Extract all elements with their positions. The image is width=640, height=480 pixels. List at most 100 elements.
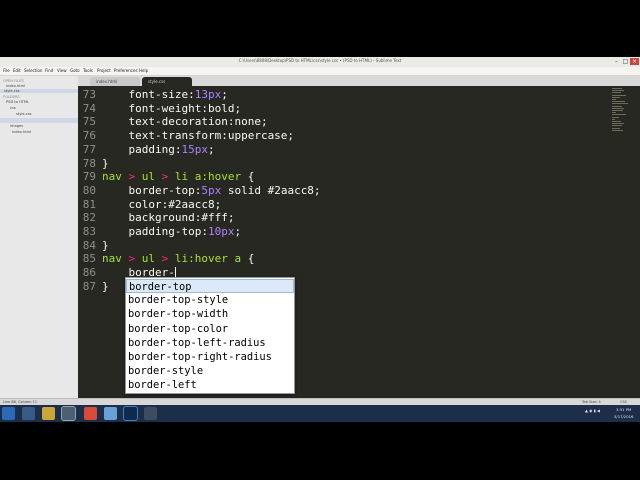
close-button[interactable]: × (630, 58, 639, 65)
tab-style-css[interactable]: style.css (142, 77, 192, 86)
minimap-line (612, 112, 616, 114)
menu-help[interactable]: Help (139, 68, 148, 73)
code-line[interactable]: } (102, 280, 109, 294)
menu-file[interactable]: File (3, 68, 10, 73)
line-number: 80 (82, 183, 96, 197)
code-line[interactable]: font-weight:bold; (102, 102, 241, 116)
minimap-line (612, 116, 619, 118)
app-icon[interactable] (144, 407, 157, 420)
ie-icon[interactable] (22, 407, 35, 420)
code-token: } (102, 156, 109, 170)
minimap-line (612, 114, 626, 116)
tab-size-indicator[interactable]: Tab Size: 4 (582, 400, 601, 404)
autocomplete-item[interactable]: border-top-left-radius (126, 336, 294, 350)
code-token: > (161, 170, 175, 184)
maximize-button[interactable]: □ (621, 58, 630, 65)
autocomplete-item[interactable]: border-top-width (126, 307, 294, 321)
menu-find[interactable]: Find (45, 68, 53, 73)
minimize-button[interactable]: – (612, 58, 621, 65)
menu-view[interactable]: View (57, 68, 67, 73)
code-line[interactable]: padding-top:10px; (102, 225, 241, 239)
minimap-line (612, 92, 621, 94)
code-line[interactable]: background:#fff; (102, 211, 234, 225)
folder-item[interactable]: PSD to HTML (6, 100, 29, 104)
autocomplete-popup[interactable]: border-top border-top-style border-top-wid… (125, 277, 295, 394)
minimap-line (612, 105, 622, 107)
line-number: 81 (82, 197, 96, 211)
menu-tools[interactable]: Tools (83, 68, 93, 73)
autocomplete-item[interactable]: border-top-style (126, 293, 294, 307)
open-file-item-active[interactable]: style.css (0, 89, 80, 93)
line-number: 82 (82, 211, 96, 225)
title-bar: C:\Users\8808\Desktop\PSD to HTML\css\st… (0, 57, 640, 67)
code-line[interactable]: padding:15px; (102, 143, 214, 157)
cursor-position: Line 86, Column 11 (3, 400, 38, 404)
folder-item[interactable]: images (10, 124, 23, 128)
tab-index-html[interactable]: index.html (90, 77, 140, 86)
code-line[interactable]: font-size:13px; (102, 88, 228, 102)
tray-icons[interactable]: ▲ ◉ ▮ ◀ (585, 408, 600, 413)
code-line[interactable]: text-decoration:none; (102, 115, 267, 129)
code-token: ul (141, 252, 162, 266)
clock-time[interactable]: 3:51 PM (616, 407, 631, 412)
minimap-line (612, 103, 628, 105)
chrome-icon[interactable] (84, 407, 97, 420)
autocomplete-item[interactable]: border-top-right-radius (126, 350, 294, 364)
file-item[interactable]: index.html (12, 130, 31, 134)
folder-item[interactable]: css (10, 106, 16, 110)
code-line[interactable]: border-top:5px solid #2aacc8; (102, 183, 321, 198)
code-line[interactable]: nav > ul > li:hover a { (102, 252, 254, 266)
folders-header: FOLDERS (3, 95, 20, 99)
code-token: li:hover a (174, 252, 248, 266)
sublime-text-icon[interactable] (61, 406, 76, 421)
autocomplete-item[interactable]: border-style (126, 364, 294, 378)
code-line[interactable]: text-transform:uppercase; (102, 129, 294, 143)
minimap-line (612, 90, 624, 92)
menu-goto[interactable]: Goto (70, 68, 80, 73)
code-token: text-transform:uppercase; (102, 129, 295, 143)
clock-date[interactable]: 5/17/2016 (614, 414, 633, 419)
code-line[interactable]: nav > ul > li a:hover { (102, 170, 254, 184)
minimap-line (612, 94, 626, 96)
code-token: li a:hover (174, 170, 248, 184)
line-number: 83 (82, 225, 96, 238)
code-token: ul (141, 170, 162, 184)
code-token: ; (221, 88, 228, 101)
code-token: solid #2aacc8; (221, 183, 321, 197)
code-token: } (102, 238, 109, 252)
photoshop-icon[interactable] (123, 406, 138, 421)
code-token: > (128, 170, 142, 184)
code-line[interactable]: } (102, 157, 109, 171)
autocomplete-item[interactable]: border-top (126, 279, 294, 294)
line-number: 84 (82, 238, 96, 252)
file-item-selected[interactable] (0, 118, 80, 123)
file-explorer-icon[interactable] (42, 407, 55, 420)
minimap-line (612, 99, 616, 100)
code-line[interactable]: color:#2aacc8; (102, 198, 221, 212)
menu-selection[interactable]: Selection (24, 68, 42, 73)
minimap-line (612, 88, 622, 89)
line-number: 85 (82, 252, 96, 266)
menu-project[interactable]: Project (97, 68, 111, 73)
code-token: } (102, 279, 109, 293)
start-button-icon[interactable] (2, 407, 15, 420)
menu-preferences[interactable]: Preferences (114, 68, 138, 73)
menu-edit[interactable]: Edit (13, 68, 21, 73)
minimap-line (612, 123, 624, 125)
minimap-line (612, 121, 621, 122)
syntax-indicator[interactable]: CSS (620, 400, 627, 404)
minimap-line (612, 129, 623, 131)
code-token: > (161, 252, 175, 266)
open-file-item[interactable]: index.html (6, 84, 25, 88)
chrome-canary-icon[interactable] (104, 407, 117, 420)
autocomplete-item[interactable]: border-left (126, 378, 294, 392)
code-token: 10px (207, 225, 235, 238)
minimap-line (612, 127, 620, 129)
code-line[interactable]: } (102, 239, 109, 253)
code-token: 13px (194, 88, 222, 101)
open-files-header: OPEN FILES (3, 79, 24, 83)
file-item[interactable]: style.css (16, 112, 31, 116)
minimap[interactable] (608, 86, 640, 398)
autocomplete-item[interactable]: border-top-color (126, 322, 294, 336)
sidebar: OPEN FILES index.html style.css FOLDERS … (0, 76, 80, 398)
